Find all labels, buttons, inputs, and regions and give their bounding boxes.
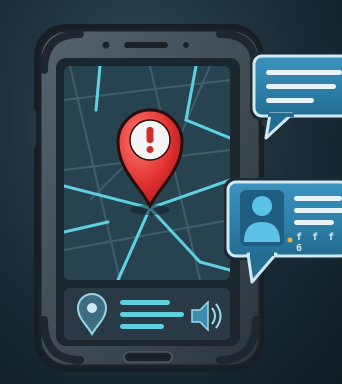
message-line [266,70,342,75]
status-dot-icon [287,237,293,243]
speaker-grille [124,42,168,48]
exclamation-icon [146,127,154,143]
bottom-info-bar [64,288,230,340]
contact-line [294,220,334,225]
info-line [120,300,170,305]
home-button[interactable] [123,351,173,363]
illustration: f f f 6 [0,0,342,384]
message-line [266,98,314,103]
contact-line [294,208,342,213]
camera-dot [102,41,110,49]
info-line [120,312,184,317]
info-line [120,324,164,329]
contact-avatar-icon [240,190,284,246]
message-line [266,84,336,89]
contact-signal-text: f f f 6 [296,232,337,254]
contact-line [294,196,342,201]
